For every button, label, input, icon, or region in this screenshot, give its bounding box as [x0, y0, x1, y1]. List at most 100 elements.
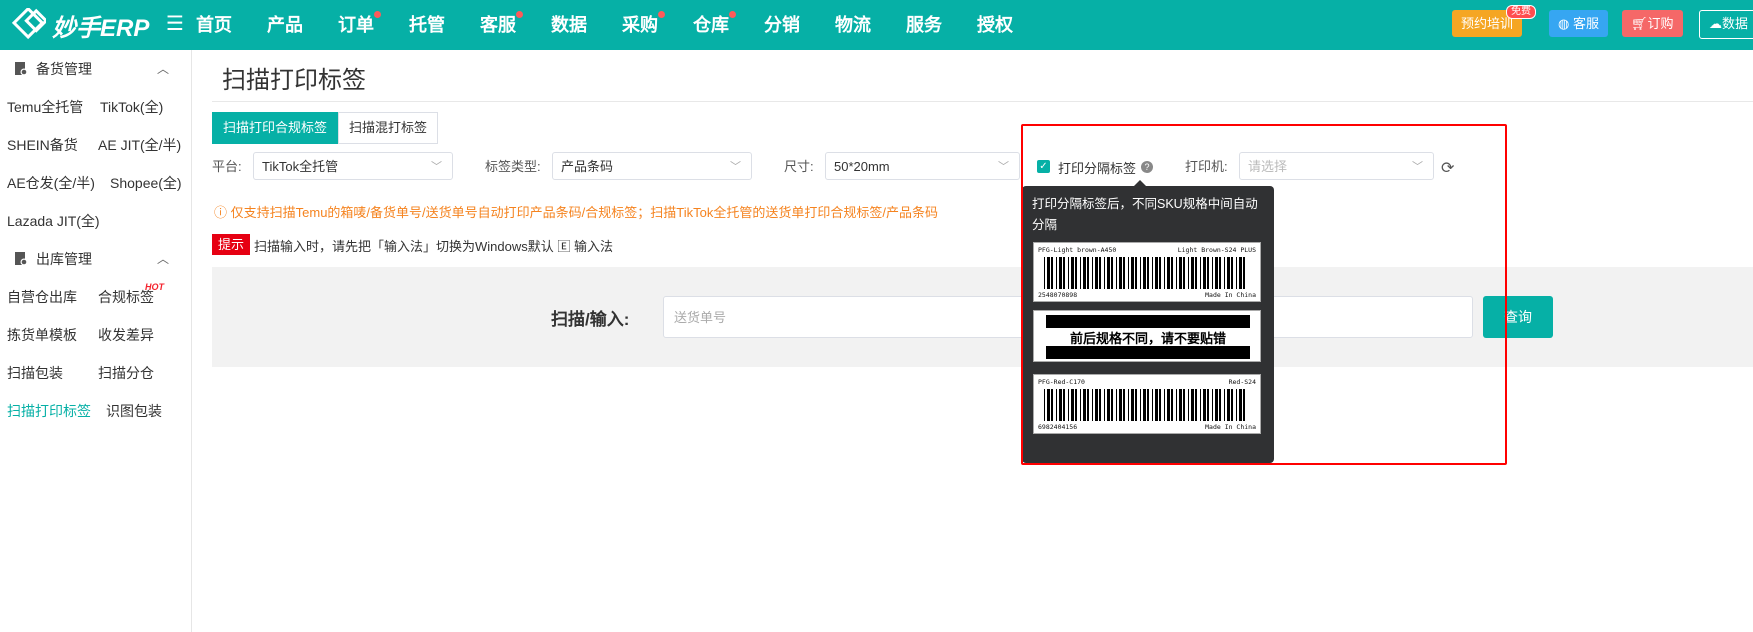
size-select[interactable]: 50*20mm ﹀	[825, 152, 1020, 180]
nav-item[interactable]: 客服	[480, 0, 523, 50]
sidebar-item-lazada[interactable]: Lazada JIT(全)	[7, 211, 100, 231]
nav-item-label: 订单	[338, 15, 374, 35]
print-separator-checkbox[interactable]: ✓	[1037, 160, 1050, 173]
barcode-bar	[1236, 257, 1237, 289]
nav-item[interactable]: 仓库	[693, 0, 736, 50]
menu-toggle-icon[interactable]: ☰	[166, 14, 184, 34]
barcode-bar	[1068, 389, 1069, 421]
notification-dot	[729, 11, 736, 18]
nav-item[interactable]: 数据	[551, 0, 587, 50]
label-sku-right: Light Brown-S24 PLUS	[1177, 246, 1256, 254]
print-separator-label[interactable]: 打印分隔标签	[1058, 158, 1136, 177]
sidebar-item-ae-warehouse[interactable]: AE仓发(全/半)	[7, 173, 95, 193]
sidebar-item-scan-print-label[interactable]: 扫描打印标签	[7, 401, 91, 421]
brand-logo[interactable]: 妙手ERP	[12, 7, 149, 43]
sidebar-item-scan-split[interactable]: 扫描分仓	[98, 363, 154, 383]
barcode-bar	[1176, 257, 1177, 289]
tab-mixed-label[interactable]: 扫描混打标签	[338, 112, 439, 144]
order-button[interactable]: 🛒︎订购	[1622, 10, 1683, 37]
document-gear-icon	[15, 62, 28, 76]
sidebar-group-stock[interactable]: 备货管理 ︿	[0, 50, 191, 88]
barcode-bar	[1047, 389, 1050, 421]
barcode-bar	[1140, 389, 1141, 421]
label-type-select[interactable]: 产品条码 ﹀	[552, 152, 752, 180]
warning-icon: ⓘ	[214, 205, 228, 220]
platform-select[interactable]: TikTok全托管 ﹀	[253, 152, 453, 180]
sidebar-item-temu[interactable]: Temu全托管	[7, 97, 83, 117]
barcode-bar	[1224, 389, 1225, 421]
query-button[interactable]: 查询	[1483, 296, 1553, 338]
sidebar-item-picking-template[interactable]: 拣货单模板	[7, 325, 77, 345]
barcode-bar	[1167, 257, 1170, 289]
tooltip-arrow	[1134, 180, 1146, 186]
sidebar-item-image-pack[interactable]: 识图包装	[106, 401, 162, 421]
barcode-bar	[1224, 257, 1225, 289]
platform-value: TikTok全托管	[262, 159, 339, 174]
chat-icon: ◍	[1558, 16, 1570, 31]
nav-item[interactable]: 分销	[764, 0, 800, 50]
tab-compliance-label[interactable]: 扫描打印合规标签	[212, 112, 339, 144]
sidebar-item-ae-jit[interactable]: AE JIT(全/半)	[98, 135, 181, 155]
nav-item[interactable]: 采购	[622, 0, 665, 50]
barcode-bar	[1131, 257, 1134, 289]
data-button[interactable]: ☁数据	[1699, 10, 1753, 39]
notification-dot	[658, 11, 665, 18]
barcode-bar	[1243, 257, 1245, 289]
barcode-bar	[1071, 389, 1074, 421]
barcode-bar	[1176, 389, 1177, 421]
barcode-bar	[1116, 389, 1117, 421]
nav-item[interactable]: 订单	[338, 0, 381, 50]
chevron-down-icon: ﹀	[998, 161, 1009, 173]
refresh-icon[interactable]: ⟳	[1441, 158, 1454, 178]
help-icon[interactable]: ?	[1141, 161, 1153, 173]
sidebar-item-tiktok[interactable]: TikTok(全)	[100, 97, 163, 117]
barcode-bar	[1107, 389, 1110, 421]
barcode-bar	[1152, 257, 1153, 289]
customer-service-button[interactable]: ◍ 客服	[1549, 10, 1608, 37]
nav-item-label: 物流	[835, 15, 871, 35]
nav-item[interactable]: 授权	[977, 0, 1013, 50]
separator-label-preview: 前后规格不同，请不要贴错	[1033, 310, 1261, 362]
nav-item[interactable]: 托管	[409, 0, 445, 50]
barcode-bar	[1195, 389, 1197, 421]
barcode-bar	[1164, 257, 1165, 289]
barcode-bar	[1099, 389, 1101, 421]
barcode-bar	[1047, 257, 1050, 289]
page-title: 扫描打印标签	[222, 67, 366, 94]
label-origin: Made In China	[1205, 423, 1256, 431]
barcode-bar	[1063, 389, 1065, 421]
barcode-bar	[1152, 389, 1153, 421]
brand-name: 妙手ERP	[52, 14, 150, 42]
barcode-bar	[1099, 257, 1101, 289]
nav-item[interactable]: 首页	[196, 0, 232, 50]
nav-item-label: 仓库	[693, 15, 729, 35]
sidebar-group-outbound[interactable]: 出库管理 ︿	[0, 240, 191, 278]
barcode-bar	[1215, 389, 1218, 421]
sidebar-item-scan-pack[interactable]: 扫描包装	[7, 363, 63, 383]
nav-item-label: 数据	[551, 15, 587, 35]
printer-select[interactable]: 请选择 ﹀	[1239, 152, 1434, 180]
sidebar-item-self-warehouse[interactable]: 自营仓出库	[7, 287, 77, 307]
barcode-bar	[1075, 257, 1077, 289]
sidebar-item-discrepancy[interactable]: 收发差异	[98, 325, 154, 345]
barcode-bar	[1128, 389, 1129, 421]
barcode-bar	[1191, 389, 1194, 421]
tooltip-text: 打印分隔标签后，不同SKU规格中间自动分隔	[1032, 197, 1258, 232]
nav-item[interactable]: 产品	[267, 0, 303, 50]
sidebar-item-shein[interactable]: SHEIN备货	[7, 135, 78, 155]
barcode-bar	[1111, 257, 1113, 289]
nav-item[interactable]: 物流	[835, 0, 871, 50]
warning-message: ⓘ 仅支持扫描Temu的箱唛/备货单号/送货单号自动打印产品条码/合规标签；扫描…	[214, 202, 938, 221]
training-button[interactable]: 预约培训 免费	[1452, 5, 1537, 37]
barcode-bar	[1068, 257, 1069, 289]
service-label: 客服	[1572, 16, 1599, 31]
barcode-bar	[1243, 389, 1245, 421]
barcode-bar	[1200, 257, 1201, 289]
barcode-bar	[1191, 257, 1194, 289]
sidebar-item-shopee[interactable]: Shopee(全)	[110, 173, 182, 193]
barcode-bar	[1147, 257, 1149, 289]
barcode-bar	[1195, 257, 1197, 289]
nav-item[interactable]: 服务	[906, 0, 942, 50]
barcode-bar	[1231, 257, 1233, 289]
cart-icon: 🛒︎	[1631, 16, 1648, 31]
